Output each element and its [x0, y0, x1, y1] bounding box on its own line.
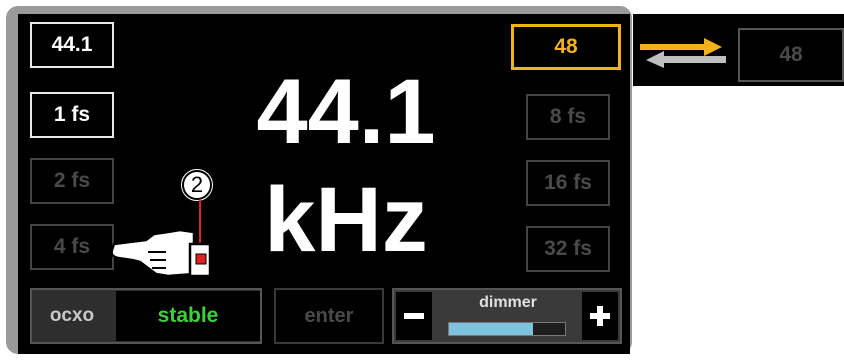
- rate-button-label: 2 fs: [53, 169, 91, 192]
- dimmer-plus-button[interactable]: [582, 292, 618, 340]
- dimmer-label: dimmer: [479, 294, 537, 311]
- rate-button-2fs[interactable]: 2 fs: [30, 158, 114, 204]
- external-rate-label: 48: [779, 43, 803, 66]
- minus-icon: [404, 313, 424, 319]
- rate-button-48[interactable]: 48: [511, 24, 621, 70]
- rate-button-label: 48: [554, 35, 578, 58]
- rate-button-label: 1 fs: [53, 103, 91, 126]
- frequency-readout: 44.1: [256, 61, 436, 163]
- rate-button-label: 4 fs: [53, 235, 91, 258]
- dimmer-slider[interactable]: [448, 322, 566, 336]
- rate-button-32fs[interactable]: 32 fs: [526, 226, 610, 272]
- rate-button-1fs[interactable]: 1 fs: [30, 92, 114, 138]
- rate-button-4fs[interactable]: 4 fs: [30, 224, 114, 270]
- dimmer-level-fill: [449, 323, 533, 335]
- frequency-unit: kHz: [264, 169, 428, 271]
- enter-label: enter: [304, 304, 354, 327]
- plus-icon: [590, 306, 610, 326]
- rate-button-label: 32 fs: [544, 237, 592, 260]
- callout-badge: 2: [179, 167, 215, 203]
- exchange-arrows-icon: [640, 38, 726, 68]
- rate-button-8fs[interactable]: 8 fs: [526, 94, 610, 140]
- pointing-hand-icon: [110, 200, 212, 278]
- clock-label: ocxo: [49, 305, 95, 326]
- enter-button[interactable]: enter: [274, 288, 384, 344]
- rate-button-16fs[interactable]: 16 fs: [526, 160, 610, 206]
- callout-number: 2: [190, 172, 204, 197]
- dimmer-minus-button[interactable]: [396, 292, 432, 340]
- clock-status: stable: [116, 291, 260, 341]
- external-rate-box: 48: [738, 28, 844, 82]
- rate-button-label: 44.1: [51, 33, 93, 56]
- rate-button-44-1[interactable]: 44.1: [30, 22, 114, 68]
- device-screen: 44.1 1 fs 2 fs 4 fs 48 8 fs 16 fs 32 fs …: [18, 14, 630, 354]
- rate-button-label: 16 fs: [544, 171, 592, 194]
- rate-button-label: 8 fs: [549, 105, 587, 128]
